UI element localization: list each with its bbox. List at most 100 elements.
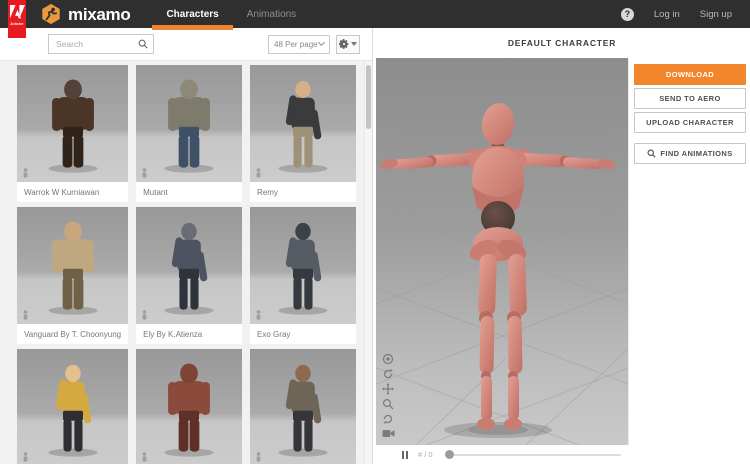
character-figure <box>27 358 119 458</box>
character-thumbnail <box>250 349 356 464</box>
send-to-aero-label: SEND TO AERO <box>659 94 720 103</box>
mixamo-runner-icon <box>40 3 62 25</box>
character-thumbnail <box>250 207 356 324</box>
brand-name: mixamo <box>68 6 130 23</box>
character-figure <box>257 216 349 316</box>
library-toolbar: 48 Per page <box>0 28 372 61</box>
character-figure <box>27 216 119 316</box>
download-label: DOWNLOAD <box>666 70 714 79</box>
character-badge-icon <box>22 310 29 320</box>
login-link[interactable]: Log in <box>654 9 680 20</box>
character-name: Warrok W Kurniawan <box>17 182 128 202</box>
library-scrollbar[interactable] <box>364 61 372 464</box>
scrollbar-thumb[interactable] <box>366 65 371 129</box>
upload-character-button[interactable]: UPLOAD CHARACTER <box>634 112 746 133</box>
find-animations-label: FIND ANIMATIONS <box>660 149 732 158</box>
mixamo-brand[interactable]: mixamo <box>40 3 130 25</box>
navbar-right: ? Log in Sign up <box>621 8 750 21</box>
character-name: Ely By K.Atienza <box>136 324 242 344</box>
3d-viewer[interactable] <box>376 58 629 445</box>
character-badge-icon <box>141 310 148 320</box>
search-icon <box>647 149 656 158</box>
action-sidebar: DOWNLOAD SEND TO AERO UPLOAD CHARACTER F… <box>628 58 750 464</box>
character-thumbnail <box>17 349 128 464</box>
character-thumbnail <box>136 349 242 464</box>
character-card[interactable]: Vanguard By T. Choonyung <box>17 207 128 344</box>
video-camera-icon[interactable] <box>381 427 395 440</box>
playback-bar: # / 0 <box>376 445 629 464</box>
tab-characters-label: Characters <box>166 9 218 20</box>
character-card[interactable] <box>136 349 242 464</box>
search-icon[interactable] <box>138 39 148 49</box>
character-badge-icon <box>255 310 262 320</box>
character-thumbnail <box>17 207 128 324</box>
viewer-scene <box>376 58 629 445</box>
character-figure <box>257 358 349 458</box>
adobe-word: Adobe <box>10 21 23 26</box>
timeline-slider[interactable] <box>445 445 621 464</box>
top-navbar: mixamo Characters Animations ? Log in Si… <box>0 0 750 28</box>
character-badge-icon <box>22 168 29 178</box>
character-card[interactable]: Ely By K.Atienza <box>136 207 242 344</box>
character-card[interactable] <box>250 349 356 464</box>
character-badge-icon <box>255 452 262 462</box>
character-card[interactable] <box>17 349 128 464</box>
character-name: Mutant <box>136 182 242 202</box>
adobe-a-icon <box>10 5 25 19</box>
character-badge-icon <box>255 168 262 178</box>
find-animations-button[interactable]: FIND ANIMATIONS <box>634 143 746 164</box>
stage-title: DEFAULT CHARACTER <box>374 28 750 58</box>
search-input[interactable] <box>54 38 138 50</box>
pause-icon[interactable] <box>402 451 408 459</box>
character-figure <box>257 74 349 174</box>
chevron-down-icon <box>318 39 325 46</box>
tab-characters[interactable]: Characters <box>152 0 232 28</box>
character-figure <box>143 216 235 316</box>
zoom-icon[interactable] <box>381 397 395 410</box>
character-thumbnail <box>250 65 356 182</box>
character-badge-icon <box>141 168 148 178</box>
adobe-logo[interactable]: Adobe <box>8 0 26 38</box>
character-name: Vanguard By T. Choonyung <box>17 324 128 344</box>
character-library-panel: 48 Per page <box>0 28 373 464</box>
character-card[interactable]: Exo Gray <box>250 207 356 344</box>
search-field <box>48 34 154 54</box>
active-tab-underline <box>152 25 232 30</box>
tab-animations[interactable]: Animations <box>233 0 310 28</box>
character-badge-icon <box>141 452 148 462</box>
pan-icon[interactable] <box>381 382 395 395</box>
character-card[interactable]: Warrok W Kurniawan <box>17 65 128 202</box>
reset-view-icon[interactable] <box>381 412 395 425</box>
help-icon[interactable]: ? <box>621 8 634 21</box>
default-character-mannequin <box>379 101 617 430</box>
character-card[interactable]: Remy <box>250 65 356 202</box>
upload-character-label: UPLOAD CHARACTER <box>646 118 734 127</box>
gear-icon <box>339 39 349 49</box>
character-thumbnail <box>17 65 128 182</box>
character-figure <box>143 74 235 174</box>
character-badge-icon <box>22 452 29 462</box>
frame-counter: # / 0 <box>418 450 433 459</box>
stage-panel: DEFAULT CHARACTER <box>374 28 750 464</box>
per-page-value: 48 Per page <box>274 40 318 49</box>
per-page-select[interactable]: 48 Per page <box>268 35 330 54</box>
rotate-icon[interactable] <box>381 367 395 380</box>
settings-button[interactable] <box>336 35 360 54</box>
download-button[interactable]: DOWNLOAD <box>634 64 746 85</box>
send-to-aero-button[interactable]: SEND TO AERO <box>634 88 746 109</box>
character-card[interactable]: Mutant <box>136 65 242 202</box>
caret-down-icon <box>351 42 357 46</box>
character-figure <box>27 74 119 174</box>
tab-animations-label: Animations <box>247 9 296 20</box>
main-tabs: Characters Animations <box>152 0 310 28</box>
character-thumbnail <box>136 207 242 324</box>
timeline-track[interactable] <box>445 454 621 456</box>
character-name: Exo Gray <box>250 324 356 344</box>
orbit-camera-icon[interactable] <box>381 352 395 365</box>
timeline-knob[interactable] <box>445 450 454 459</box>
character-figure <box>143 358 235 458</box>
signup-link[interactable]: Sign up <box>700 9 732 20</box>
character-name: Remy <box>250 182 356 202</box>
viewer-toolbar <box>381 352 395 440</box>
character-grid-area: Warrok W Kurniawan <box>0 61 364 464</box>
